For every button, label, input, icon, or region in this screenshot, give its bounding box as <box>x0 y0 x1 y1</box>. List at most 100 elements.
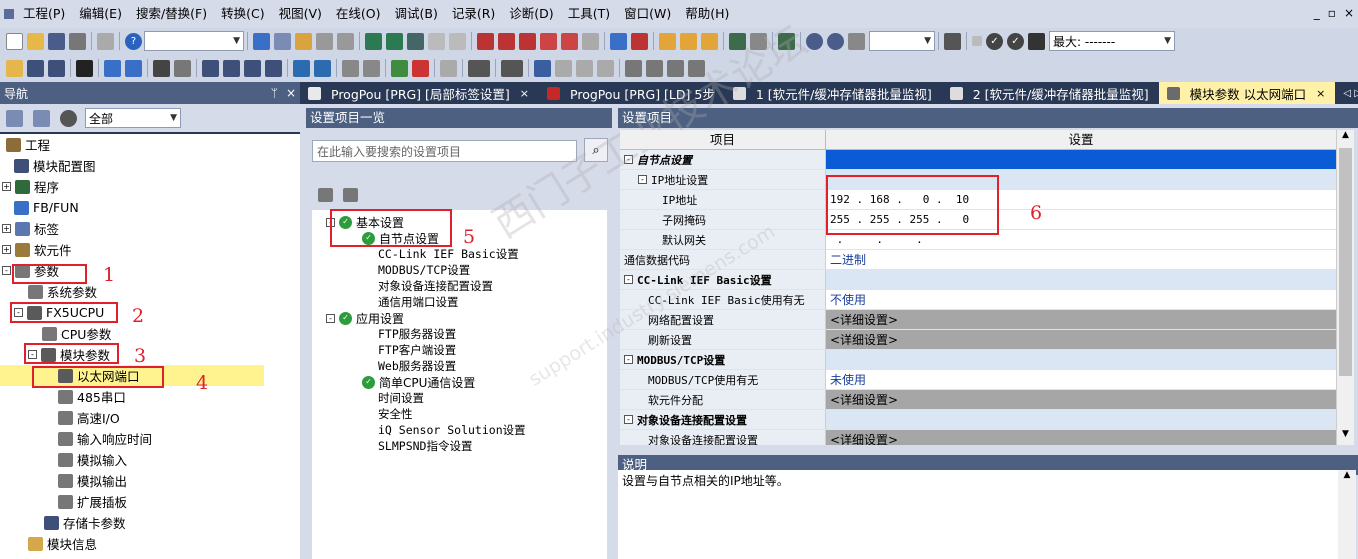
label-icon[interactable] <box>534 59 551 77</box>
tree-item[interactable]: 模块配置图 <box>0 155 96 176</box>
window-icon[interactable] <box>104 59 121 77</box>
dev-icon-4[interactable] <box>265 59 282 77</box>
tab-module-params[interactable]: 模块参数 以太网端口 × <box>1158 82 1336 104</box>
grid-row[interactable]: 对象设备连接配置设置 <详细设置> <box>620 430 1336 445</box>
grid-row[interactable]: 软元件分配 <详细设置> <box>620 390 1336 410</box>
search-binoculars-icon[interactable] <box>153 59 170 77</box>
sampling-icon[interactable] <box>501 59 523 77</box>
grid-row[interactable]: CC-Link IEF Basic使用有无 不使用 <box>620 290 1336 310</box>
tree-item[interactable]: 485串口 <box>0 386 126 407</box>
online-convert-icon[interactable] <box>701 32 718 50</box>
read-plc-icon[interactable] <box>498 32 515 50</box>
settings-item[interactable]: Web服务器设置 <box>378 358 456 374</box>
tree-item[interactable]: 存储卡参数 <box>0 512 126 533</box>
settings-item[interactable]: MODBUS/TCP设置 <box>378 262 470 278</box>
dev-monitor-icon[interactable] <box>610 32 627 50</box>
settings-item[interactable]: ✓ 简单CPU通信设置 <box>362 374 475 391</box>
tab-local-labels[interactable]: ProgPou [PRG] [局部标签设置] × <box>300 82 539 104</box>
zoom-in-icon[interactable] <box>806 32 823 50</box>
expander-icon[interactable]: - <box>2 266 11 275</box>
dev-icon-3[interactable] <box>244 59 261 77</box>
project-view-icon[interactable] <box>6 59 23 77</box>
dev-test-icon[interactable] <box>631 32 648 50</box>
expander-icon[interactable]: + <box>2 224 11 233</box>
settings-item[interactable]: 时间设置 <box>378 390 424 406</box>
grid-value-cell[interactable]: <详细设置> <box>826 430 1336 445</box>
check-circle2-icon[interactable]: ✓ <box>1007 32 1024 50</box>
grid-row[interactable]: - CC-Link IEF Basic设置 <box>620 270 1336 290</box>
settings-item[interactable]: 安全性 <box>378 406 413 422</box>
grid-value-cell[interactable] <box>826 270 1336 290</box>
settings-item[interactable]: SLMPSND指令设置 <box>378 438 472 454</box>
close-tab-icon[interactable]: × <box>520 87 529 100</box>
pin-icon[interactable]: ᛘ <box>271 86 278 100</box>
grid-row[interactable]: MODBUS/TCP使用有无 未使用 <box>620 370 1336 390</box>
network-icon[interactable] <box>293 59 310 77</box>
expander-icon[interactable]: - <box>624 415 633 424</box>
nav-filter-select[interactable]: 全部 ▼ <box>85 108 181 128</box>
compare-icon[interactable] <box>174 59 191 77</box>
menu-item-7[interactable]: 记录(R) <box>445 0 502 28</box>
expander-icon[interactable]: - <box>326 314 335 323</box>
cross-ref2-icon[interactable] <box>449 32 466 50</box>
tree-sort-icon[interactable] <box>6 109 23 127</box>
network2-icon[interactable] <box>314 59 331 77</box>
new-file-icon[interactable] <box>6 32 23 50</box>
cross-ref-icon[interactable] <box>428 32 445 50</box>
zoom-fit-icon[interactable] <box>848 32 865 50</box>
menu-item-1[interactable]: 编辑(E) <box>72 0 129 28</box>
edit-cross-icon[interactable] <box>412 59 429 77</box>
menu-item-5[interactable]: 在线(O) <box>329 0 388 28</box>
settings-item[interactable]: FTP客户端设置 <box>378 342 456 358</box>
undo-icon[interactable] <box>316 32 333 50</box>
grid-value-cell[interactable]: 未使用 <box>826 370 1336 390</box>
online-write-icon[interactable] <box>680 32 697 50</box>
layout-icon-3[interactable] <box>667 59 684 77</box>
minimize-button[interactable]: _ <box>1314 6 1320 20</box>
tool-icon-6[interactable] <box>597 59 614 77</box>
tree-item[interactable]: + 软元件 <box>0 239 72 260</box>
grid-value-cell[interactable]: 二进制 <box>826 250 1336 270</box>
diagnostics-icon[interactable] <box>778 32 795 50</box>
monitor-all-icon[interactable] <box>582 32 599 50</box>
zoom-out-icon[interactable] <box>827 32 844 50</box>
layout-icon-4[interactable] <box>688 59 705 77</box>
tool-icon-5[interactable] <box>576 59 593 77</box>
settings-item[interactable]: 对象设备连接配置设置 <box>378 278 493 294</box>
expander-icon[interactable]: - <box>638 175 647 184</box>
menu-item-2[interactable]: 搜索/替换(F) <box>129 0 214 28</box>
layout-icon-1[interactable] <box>625 59 642 77</box>
collapse-all-icon[interactable] <box>343 188 358 202</box>
online-edit-icon[interactable] <box>659 32 676 50</box>
grid-value-cell[interactable]: 不使用 <box>826 290 1336 310</box>
tree-item[interactable]: FB/FUN <box>0 197 79 218</box>
close-nav-button[interactable]: × <box>286 86 296 100</box>
zoom-combo[interactable]: ▼ <box>869 31 935 51</box>
tree-item[interactable]: 工程 <box>0 134 50 155</box>
tab-device-monitor-1[interactable]: 1 [软元件/缓冲存储器批量监视] <box>725 82 942 104</box>
tree-item[interactable]: + 程序 <box>0 176 59 197</box>
monitor-start-icon[interactable] <box>540 32 557 50</box>
menu-item-10[interactable]: 窗口(W) <box>617 0 678 28</box>
settings-item[interactable]: CC-Link IEF Basic设置 <box>378 246 519 262</box>
tool-icon-3[interactable] <box>440 59 457 77</box>
tree-item[interactable]: 模拟输入 <box>0 449 127 470</box>
menu-item-3[interactable]: 转换(C) <box>214 0 271 28</box>
menu-item-6[interactable]: 调试(B) <box>388 0 445 28</box>
grid-value-cell[interactable] <box>826 150 1336 170</box>
grid-value-cell[interactable]: <详细设置> <box>826 310 1336 330</box>
settings-item[interactable]: - ✓ 应用设置 <box>326 310 404 327</box>
tab-device-monitor-2[interactable]: 2 [软元件/缓冲存储器批量监视] <box>942 82 1159 104</box>
tool-icon-2[interactable] <box>363 59 380 77</box>
help-search-combo[interactable]: ▼ <box>144 31 244 51</box>
max-combo[interactable]: 最大: ------- ▼ <box>1049 31 1175 51</box>
tree-item[interactable]: + 标签 <box>0 218 59 239</box>
layout-icon-2[interactable] <box>646 59 663 77</box>
close-window-button[interactable]: × <box>1344 6 1354 20</box>
settings-search-input[interactable]: 在此输入要搜索的设置项目 <box>312 140 577 162</box>
grid-value-cell[interactable] <box>826 410 1336 430</box>
tree-item[interactable]: 输入响应时间 <box>0 428 152 449</box>
tree-item[interactable]: 模块信息 <box>0 533 97 554</box>
open-folder-icon[interactable] <box>27 32 44 50</box>
expander-icon[interactable]: + <box>2 182 11 191</box>
